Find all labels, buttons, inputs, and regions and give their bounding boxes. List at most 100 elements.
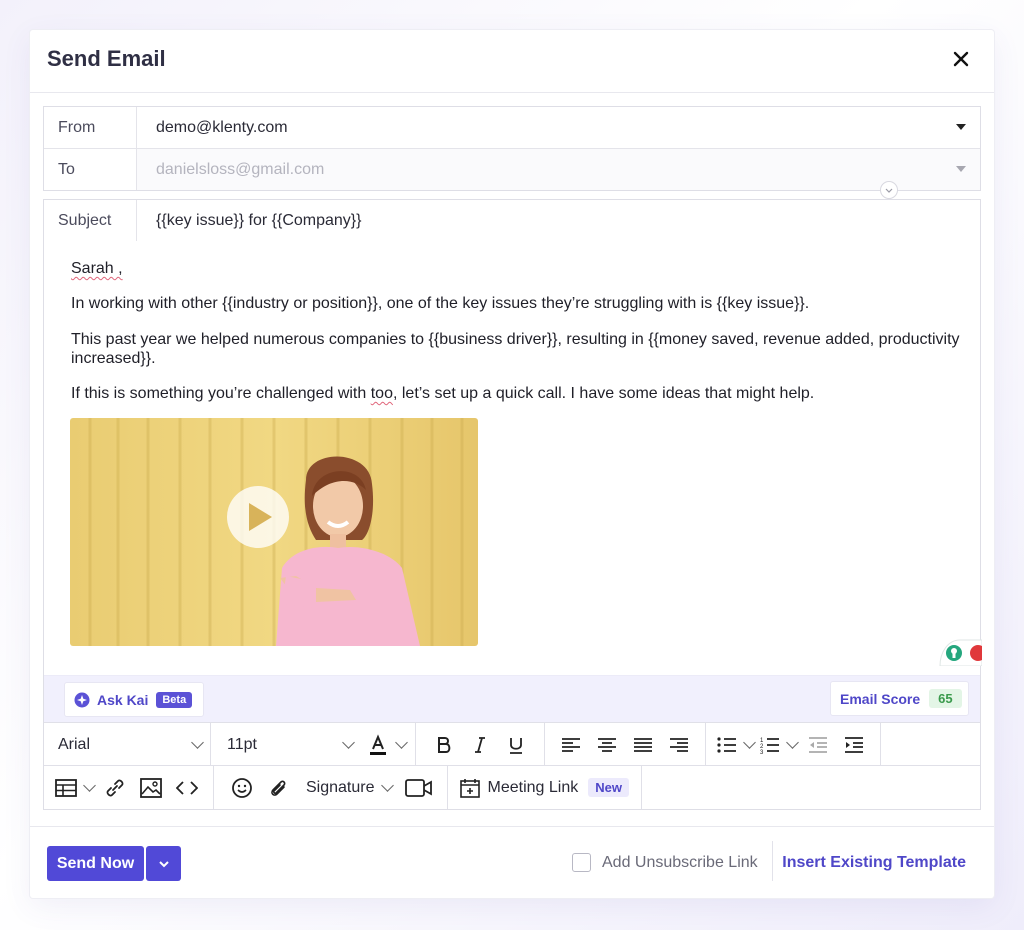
indent-button[interactable] — [839, 730, 869, 760]
meeting-group: Meeting Link New — [448, 766, 642, 809]
align-left-button[interactable] — [556, 730, 586, 760]
meeting-link-button[interactable]: Meeting Link New — [459, 778, 629, 798]
paragraph-2-line-1: This past year we helped numerous compan… — [71, 331, 960, 348]
outdent-button[interactable] — [803, 730, 833, 760]
bullet-list-button[interactable] — [717, 730, 756, 760]
underline-icon — [510, 737, 522, 754]
numbered-list-icon: 123 — [760, 738, 779, 754]
paragraph-3-underlined-word: too — [370, 385, 393, 402]
signature-label: Signature — [306, 778, 375, 796]
bold-button[interactable] — [429, 730, 459, 760]
numbered-chevron-icon — [786, 736, 799, 749]
image-button[interactable] — [136, 773, 166, 803]
svg-text:3: 3 — [760, 750, 764, 754]
recipients-box: From demo@klenty.com To danielsloss@gmai… — [43, 106, 981, 199]
email-score-label: Email Score — [840, 690, 921, 707]
align-right-button[interactable] — [664, 730, 694, 760]
grammar-assistant-icon[interactable] — [938, 636, 982, 666]
unsubscribe-checkbox[interactable] — [572, 853, 591, 872]
font-size-select[interactable]: 11pt — [227, 735, 355, 754]
link-button[interactable] — [100, 773, 130, 803]
formatting-toolbar: Arial 11pt 1 2 3 — [44, 722, 980, 766]
size-chevron-icon — [342, 736, 355, 749]
paperclip-icon — [271, 780, 286, 796]
from-row[interactable]: From demo@klenty.com — [44, 107, 980, 148]
chevron-down-icon — [158, 861, 169, 868]
unsubscribe-toggle[interactable]: Add Unsubscribe Link — [572, 853, 758, 872]
insert-toolbar: Signature Meeting Link New — [44, 765, 980, 809]
insert-group — [44, 766, 214, 809]
code-button[interactable] — [172, 773, 202, 803]
composer-box: Subject {{key issue}} for {{Company}} Sa… — [43, 199, 982, 810]
align-justify-icon — [634, 737, 652, 752]
kai-sparkle-icon — [74, 692, 90, 707]
to-row[interactable]: To danielsloss@gmail.com — [44, 148, 980, 199]
text-color-chevron-icon — [395, 736, 408, 749]
underline-button[interactable] — [501, 730, 531, 760]
emoji-button[interactable] — [227, 773, 257, 803]
expand-chevron-icon[interactable] — [880, 181, 898, 199]
font-chevron-icon — [191, 736, 204, 749]
italic-button[interactable] — [465, 730, 495, 760]
email-score-button[interactable]: Email Score 65 — [830, 681, 969, 716]
from-caret-icon[interactable] — [956, 124, 966, 130]
font-family-select[interactable]: Arial — [58, 736, 204, 754]
font-group: Arial — [44, 723, 211, 766]
signature-select[interactable]: Signature — [306, 778, 394, 797]
send-options-button[interactable] — [146, 846, 181, 881]
greeting-line: Sarah , — [71, 259, 123, 278]
from-label: From — [44, 107, 137, 148]
list-group: 123 — [706, 723, 881, 766]
from-select[interactable]: demo@klenty.com — [137, 107, 980, 148]
style-group — [416, 723, 545, 766]
align-center-button[interactable] — [592, 730, 622, 760]
greeting-text: Sarah , — [71, 260, 123, 277]
attachment-button[interactable] — [263, 773, 293, 803]
signature-chevron-icon — [380, 779, 394, 792]
table-button[interactable] — [55, 773, 96, 803]
ask-kai-label: Ask Kai — [97, 691, 149, 708]
email-body-editor[interactable]: Sarah , In working with other {{industry… — [44, 241, 982, 675]
close-icon[interactable] — [950, 48, 972, 70]
to-select[interactable]: danielsloss@gmail.com — [137, 149, 980, 190]
indent-icon — [845, 736, 863, 753]
video-thumbnail[interactable] — [70, 418, 478, 646]
numbered-list-button[interactable]: 123 — [760, 730, 799, 760]
text-color-icon — [370, 733, 386, 755]
paragraph-2-line-2: increased}}. — [71, 350, 156, 367]
send-email-modal: Send Email From demo@klenty.com To danie… — [30, 30, 994, 898]
subject-label: Subject — [44, 200, 137, 241]
text-color-button[interactable] — [367, 730, 408, 760]
align-group — [545, 723, 706, 766]
emoji-icon — [232, 777, 252, 798]
footer-divider — [772, 841, 773, 881]
bullet-chevron-icon — [743, 736, 756, 749]
subject-input[interactable]: {{key issue}} for {{Company}} — [137, 200, 980, 241]
to-caret-icon[interactable] — [956, 166, 966, 172]
italic-icon — [475, 736, 485, 753]
video-button[interactable] — [404, 773, 434, 803]
align-center-icon — [598, 737, 616, 752]
image-icon — [140, 777, 162, 798]
subject-row[interactable]: Subject {{key issue}} for {{Company}} — [44, 200, 980, 241]
size-color-group: 11pt — [211, 723, 416, 766]
video-camera-icon — [404, 778, 432, 797]
font-size-value: 11pt — [227, 735, 257, 753]
extras-group: Signature — [214, 766, 448, 809]
send-now-button[interactable]: Send Now — [47, 846, 144, 881]
modal-footer: Send Now Add Unsubscribe Link Insert Exi… — [30, 826, 994, 899]
new-badge: New — [588, 778, 629, 797]
calendar-plus-icon — [459, 778, 480, 798]
align-justify-button[interactable] — [628, 730, 658, 760]
table-icon — [55, 778, 77, 797]
paragraph-1: In working with other {{industry or posi… — [71, 295, 810, 312]
beta-badge: Beta — [156, 691, 193, 708]
insert-template-link[interactable]: Insert Existing Template — [782, 854, 966, 872]
to-label: To — [44, 149, 137, 190]
paragraph-3-start: If this is something you’re challenged w… — [71, 385, 371, 402]
email-score-value: 65 — [929, 689, 962, 708]
paragraph-3: If this is something you’re challenged w… — [71, 384, 814, 403]
modal-header: Send Email — [30, 30, 994, 93]
ask-kai-button[interactable]: Ask Kai Beta — [64, 682, 204, 717]
align-left-icon — [562, 737, 580, 752]
